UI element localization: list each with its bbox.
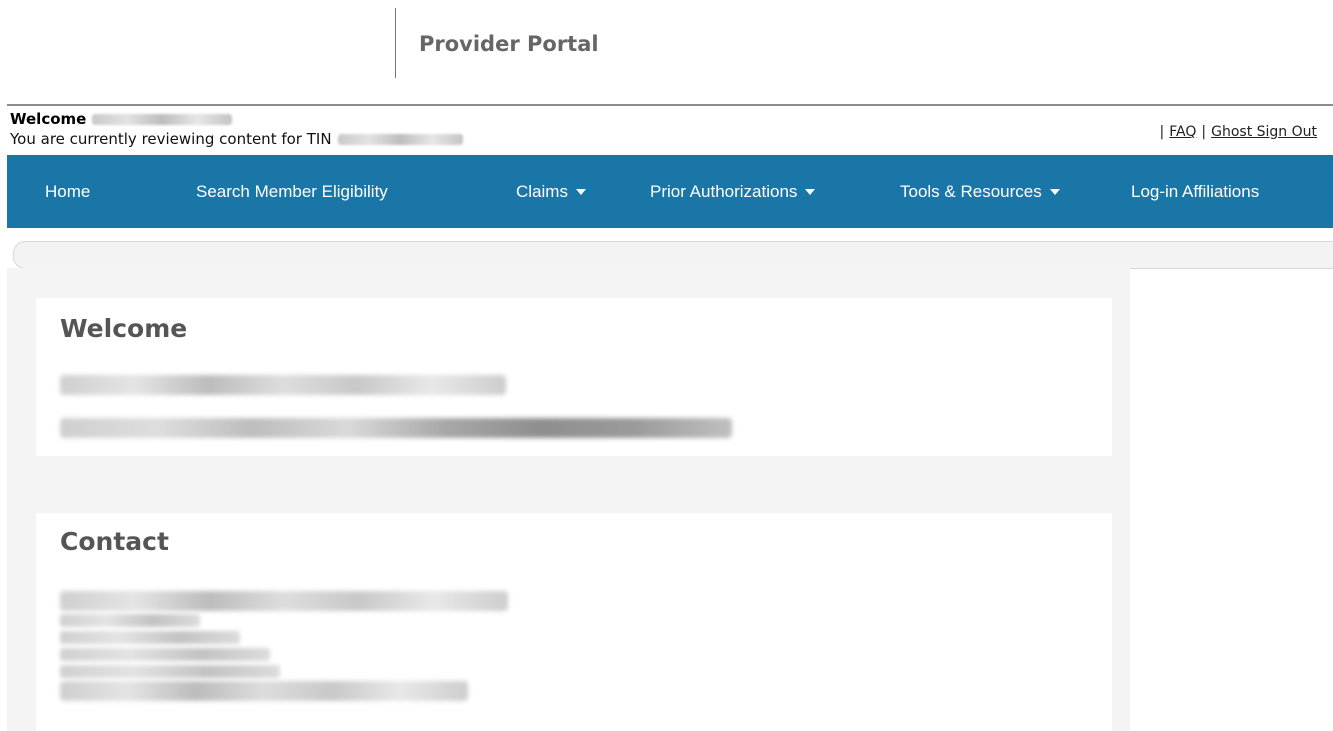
nav-tools-label: Tools & Resources xyxy=(900,182,1042,201)
portal-title: Provider Portal xyxy=(419,32,599,56)
redacted-welcome-text xyxy=(60,418,732,438)
redacted-provider-name xyxy=(92,114,233,125)
nav-home[interactable]: Home xyxy=(45,155,90,228)
sign-out-link[interactable]: Ghost Sign Out xyxy=(1211,124,1317,140)
link-separator: | xyxy=(1159,124,1165,140)
redacted-welcome-text xyxy=(60,375,506,395)
redacted-contact-text xyxy=(60,631,240,644)
portal-header: Provider Portal xyxy=(0,0,1333,80)
redacted-contact-text xyxy=(60,681,468,701)
nav-prior-authorizations[interactable]: Prior Authorizations xyxy=(650,155,816,228)
nav-login-affiliations[interactable]: Log-in Affiliations xyxy=(1131,155,1259,228)
utility-links: | FAQ | Ghost Sign Out xyxy=(1155,124,1317,140)
redacted-contact-text xyxy=(60,591,508,611)
nav-search-member-eligibility[interactable]: Search Member Eligibility xyxy=(196,155,388,228)
welcome-heading: Welcome xyxy=(60,314,188,343)
redacted-contact-text xyxy=(60,665,280,678)
header-divider xyxy=(395,8,396,78)
contact-panel: Contact xyxy=(36,513,1112,731)
contact-heading: Contact xyxy=(60,527,169,556)
nav-claims[interactable]: Claims xyxy=(516,155,586,228)
welcome-greeting: Welcome xyxy=(10,110,233,128)
tin-label: You are currently reviewing content for … xyxy=(10,130,332,148)
redacted-tin xyxy=(337,134,463,145)
chevron-down-icon xyxy=(805,188,816,195)
chevron-down-icon xyxy=(575,188,586,195)
nav-tools-resources[interactable]: Tools & Resources xyxy=(900,155,1060,228)
welcome-label: Welcome xyxy=(10,110,87,128)
welcome-panel: Welcome xyxy=(36,298,1112,456)
nav-login-affiliations-label: Log-in Affiliations xyxy=(1131,182,1260,201)
nav-prior-auth-label: Prior Authorizations xyxy=(650,182,798,201)
link-separator: | xyxy=(1201,124,1207,140)
nav-claims-label: Claims xyxy=(516,182,568,201)
breadcrumb xyxy=(13,241,1333,269)
main-nav: Home Search Member Eligibility Claims Pr… xyxy=(7,155,1333,228)
faq-link[interactable]: FAQ xyxy=(1169,124,1196,140)
redacted-contact-text xyxy=(60,614,200,627)
header-rule xyxy=(7,104,1333,106)
nav-home-label: Home xyxy=(45,182,91,201)
tin-line: You are currently reviewing content for … xyxy=(10,130,463,148)
chevron-down-icon xyxy=(1049,188,1060,195)
redacted-contact-text xyxy=(60,648,270,661)
content-area: Welcome Contact xyxy=(7,268,1130,731)
nav-search-label: Search Member Eligibility xyxy=(196,182,388,201)
